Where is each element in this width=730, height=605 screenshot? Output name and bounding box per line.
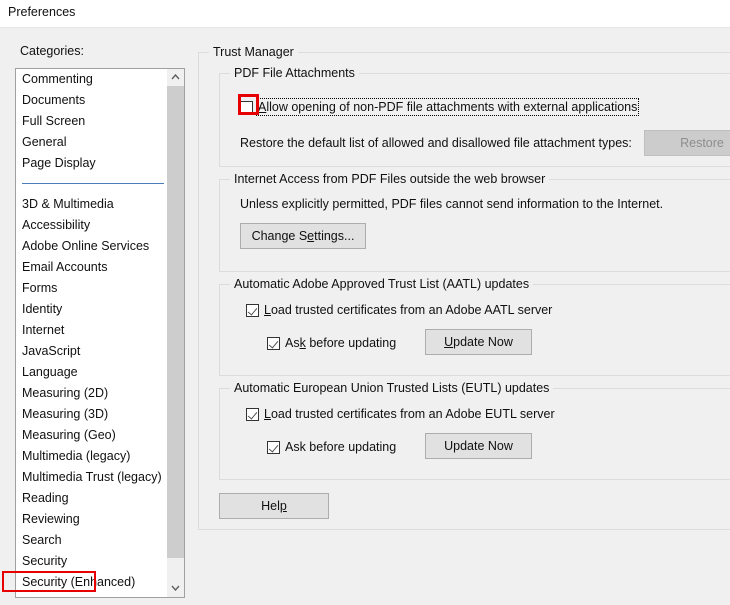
categories-listbox[interactable]: Commenting Documents Full Screen General… xyxy=(15,68,185,598)
restore-description: Restore the default list of allowed and … xyxy=(240,136,632,150)
sidebar-item-reviewing[interactable]: Reviewing xyxy=(16,509,168,530)
eutl-load-label: Load trusted certificates from an Adobe … xyxy=(264,407,555,421)
sidebar-item-documents[interactable]: Documents xyxy=(16,90,168,111)
window-title: Preferences xyxy=(8,5,76,19)
internet-access-description: Unless explicitly permitted, PDF files c… xyxy=(240,197,664,211)
eutl-group: Automatic European Union Trusted Lists (… xyxy=(219,381,730,480)
categories-scrollbar[interactable] xyxy=(166,69,184,597)
allow-opening-checkbox-row[interactable]: Allow opening of non-PDF file attachment… xyxy=(240,98,640,116)
sidebar-item-security-enhanced[interactable]: Security (Enhanced) xyxy=(16,572,168,593)
sidebar-item-reading[interactable]: Reading xyxy=(16,488,168,509)
aatl-load-checkbox-row[interactable]: Load trusted certificates from an Adobe … xyxy=(246,303,552,317)
aatl-load-checkbox[interactable] xyxy=(246,303,259,317)
sidebar-item-search[interactable]: Search xyxy=(16,530,168,551)
sidebar-item-signatures[interactable]: Signatures xyxy=(16,593,168,597)
pdf-attachments-group: PDF File Attachments Allow opening of no… xyxy=(219,66,730,167)
help-button[interactable]: Help xyxy=(219,493,329,519)
restore-button[interactable]: Restore xyxy=(644,130,730,156)
sidebar-item-measuring-3d[interactable]: Measuring (3D) xyxy=(16,404,168,425)
sidebar-item-email-accounts[interactable]: Email Accounts xyxy=(16,257,168,278)
aatl-load-label-text: oad trusted certificates from an Adobe A… xyxy=(270,303,553,317)
aatl-title: Automatic Adobe Approved Trust List (AAT… xyxy=(230,277,534,291)
aatl-update-now-button-text: pdate Now xyxy=(453,335,513,349)
eutl-load-label-text: oad trusted certificates from an Adobe E… xyxy=(270,407,555,421)
sidebar-item-internet[interactable]: Internet xyxy=(16,320,168,341)
internet-access-group: Internet Access from PDF Files outside t… xyxy=(219,172,730,272)
aatl-ask-checkbox-row[interactable]: Ask before updating xyxy=(267,336,396,350)
sidebar-item-javascript[interactable]: JavaScript xyxy=(16,341,168,362)
sidebar-item-identity[interactable]: Identity xyxy=(16,299,168,320)
allow-opening-checkbox[interactable] xyxy=(240,100,253,114)
eutl-load-checkbox[interactable] xyxy=(246,407,259,421)
internet-access-title: Internet Access from PDF Files outside t… xyxy=(230,172,550,186)
change-settings-button-text: ttings... xyxy=(314,229,355,243)
aatl-ask-label: Ask before updating xyxy=(285,336,397,350)
categories-list: Commenting Documents Full Screen General… xyxy=(16,69,168,597)
sidebar-item-measuring-2d[interactable]: Measuring (2D) xyxy=(16,383,168,404)
sidebar-item-security[interactable]: Security xyxy=(16,551,168,572)
aatl-ask-checkbox[interactable] xyxy=(267,336,280,350)
trust-manager-group: Trust Manager PDF File Attachments Allow… xyxy=(198,45,730,530)
eutl-title: Automatic European Union Trusted Lists (… xyxy=(230,381,554,395)
sidebar-item-adobe-online-services[interactable]: Adobe Online Services xyxy=(16,236,168,257)
sidebar-item-general[interactable]: General xyxy=(16,132,168,153)
change-settings-button[interactable]: Change Settings... xyxy=(240,223,366,249)
sidebar-item-language[interactable]: Language xyxy=(16,362,168,383)
sidebar-item-3d-multimedia[interactable]: 3D & Multimedia xyxy=(16,194,168,215)
sidebar-item-measuring-geo[interactable]: Measuring (Geo) xyxy=(16,425,168,446)
sidebar-item-forms[interactable]: Forms xyxy=(16,278,168,299)
chevron-up-icon[interactable] xyxy=(167,69,184,86)
preferences-dialog: Preferences Categories: Commenting Docum… xyxy=(0,0,730,605)
eutl-ask-checkbox[interactable] xyxy=(267,440,280,454)
sidebar-item-multimedia-trust-legacy[interactable]: Multimedia Trust (legacy) xyxy=(16,467,168,488)
sidebar-item-commenting[interactable]: Commenting xyxy=(16,69,168,90)
eutl-load-checkbox-row[interactable]: Load trusted certificates from an Adobe … xyxy=(246,407,555,421)
eutl-ask-label: Ask before updating xyxy=(285,440,397,454)
chevron-down-icon[interactable] xyxy=(167,580,184,597)
panel-title: Trust Manager xyxy=(209,45,298,59)
sidebar-item-full-screen[interactable]: Full Screen xyxy=(16,111,168,132)
title-bar: Preferences xyxy=(0,0,730,28)
aatl-update-now-button[interactable]: Update Now xyxy=(425,329,532,355)
sidebar-separator xyxy=(16,174,168,194)
eutl-update-now-button[interactable]: Update Now xyxy=(425,433,532,459)
categories-label: Categories: xyxy=(20,44,84,58)
aatl-group: Automatic Adobe Approved Trust List (AAT… xyxy=(219,277,730,376)
allow-opening-label: Allow opening of non-PDF file attachment… xyxy=(255,98,640,116)
allow-opening-label-text: llow opening of non-PDF file attachments… xyxy=(266,100,638,114)
sidebar-item-multimedia-legacy[interactable]: Multimedia (legacy) xyxy=(16,446,168,467)
aatl-load-label: Load trusted certificates from an Adobe … xyxy=(264,303,553,317)
pdf-attachments-title: PDF File Attachments xyxy=(230,66,359,80)
scrollbar-thumb[interactable] xyxy=(167,86,184,558)
sidebar-item-accessibility[interactable]: Accessibility xyxy=(16,215,168,236)
sidebar-item-page-display[interactable]: Page Display xyxy=(16,153,168,174)
aatl-ask-label-text: before updating xyxy=(305,336,397,350)
eutl-ask-checkbox-row[interactable]: Ask before updating xyxy=(267,440,396,454)
